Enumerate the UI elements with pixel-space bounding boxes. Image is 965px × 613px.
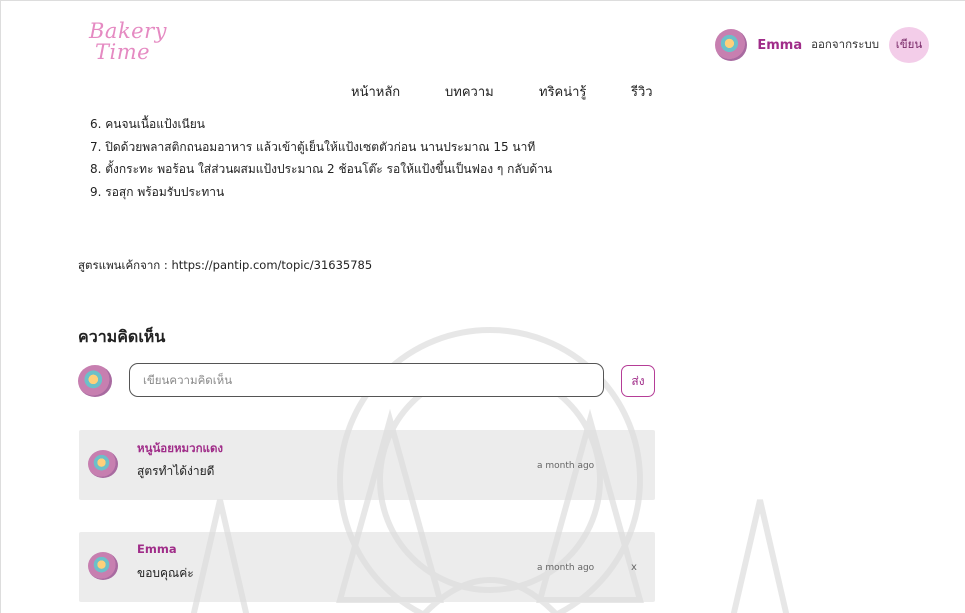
nav-item-home[interactable]: หน้าหลัก [351,81,445,102]
nav-item-tricks[interactable]: ทริคน่ารู้ [539,81,631,102]
comment-author-avatar [88,552,118,580]
recipe-step: 6. คนจนเนื้อแป้งเนียน [90,117,205,131]
main-nav: หน้าหลัก บทความ ทริคน่ารู้ รีวิว [351,81,653,102]
recipe-step: 7. ปิดด้วยพลาสติกถนอมอาหาร แล้วเข้าตู้เย… [90,139,536,154]
logout-link[interactable]: ออกจากระบบ [811,36,879,54]
comment-author-avatar [88,450,118,478]
bakery-time-logo[interactable]: Bakery Time [89,21,167,63]
commenter-avatar [78,365,112,397]
write-button[interactable]: เขียน [889,27,929,63]
comment-item: Emma ขอบคุณค่ะ a month ago x [79,532,655,602]
comment-author[interactable]: หนูน้อยหมวกแดง [137,440,223,458]
user-avatar[interactable] [715,29,748,61]
recipe-steps-list: 6. คนจนเนื้อแป้งเนียน 7. ปิดด้วยพลาสติกถ… [90,117,552,207]
logo-line-2: Time [95,40,151,64]
recipe-step: 8. ตั้งกระทะ พอร้อน ใส่ส่วนผสมแป้งประมาณ… [90,162,553,176]
logo-line-1: Bakery [89,19,168,43]
nav-item-articles[interactable]: บทความ [445,81,539,102]
recipe-source: สูตรแพนเค้กจาก : https://pantip.com/topi… [78,258,373,272]
comment-time: a month ago [537,461,595,471]
page: Bakery Time Emma ออกจากระบบ เขียน หน้าหล… [0,0,965,613]
user-area: Emma ออกจากระบบ เขียน [715,27,929,63]
send-comment-button[interactable]: ส่ง [621,365,655,397]
comment-input[interactable] [129,363,604,397]
comment-text: ขอบคุณค่ะ [137,566,194,580]
comment-time: a month ago [537,563,595,573]
delete-comment-button[interactable]: x [631,562,637,573]
comment-text: สูตรทำได้ง่ายดี [137,464,215,478]
comments-title: ความคิดเห็น [78,327,166,346]
nav-item-reviews[interactable]: รีวิว [631,81,653,102]
recipe-step: 9. รอสุก พร้อมรับประทาน [90,184,225,199]
user-name-link[interactable]: Emma [757,38,802,53]
comment-author[interactable]: Emma [137,542,177,556]
comment-item: หนูน้อยหมวกแดง สูตรทำได้ง่ายดี a month a… [79,430,655,500]
